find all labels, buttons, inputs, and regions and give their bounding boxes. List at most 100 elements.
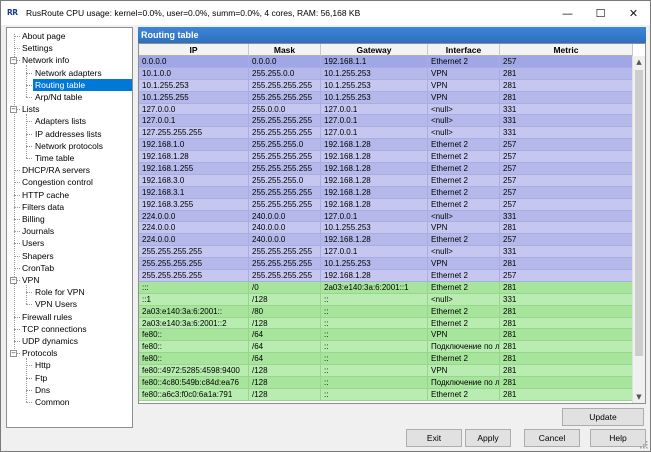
scroll-down-icon[interactable]: ▼	[633, 391, 645, 403]
tree-item-ip-addresses-lists[interactable]: IP addresses lists	[33, 128, 103, 140]
table-row[interactable]: fe80::4c80:549b:c84d:ea76/128:: Подключен…	[139, 377, 633, 389]
table-row[interactable]: ::1/128:: <null> 331	[139, 293, 633, 306]
tree-item-journals[interactable]: Journals	[20, 225, 56, 237]
tree-item-dns[interactable]: Dns	[33, 384, 52, 396]
tree-item-network-info[interactable]: Network info	[20, 54, 71, 66]
close-button[interactable]: ✕	[617, 1, 650, 25]
table-row[interactable]: 255.255.255.255 255.255.255.255 10.1.255.2…	[139, 258, 633, 271]
collapse-toggle-icon[interactable]: −	[10, 349, 17, 357]
tree-item-http[interactable]: Http	[33, 359, 53, 371]
minimize-button[interactable]: —	[551, 1, 584, 25]
scroll-thumb[interactable]	[635, 70, 643, 356]
scroll-up-icon[interactable]: ▲	[633, 56, 645, 68]
table-cell: 257	[500, 234, 633, 247]
table-cell: 255.255.255.255	[249, 198, 321, 211]
table-row[interactable]: 224.0.0.0 240.0.0.0 127.0.0.1 <null> 331	[139, 210, 633, 223]
collapse-toggle-icon[interactable]: −	[10, 56, 17, 64]
update-button[interactable]: Update	[562, 408, 644, 426]
tree-line	[26, 292, 32, 294]
table-cell: 192.168.1.28	[321, 234, 428, 247]
exit-button[interactable]: Exit	[406, 429, 462, 447]
table-cell: 192.168.1.28	[139, 151, 249, 164]
tree-item-firewall-rules[interactable]: Firewall rules	[20, 311, 74, 323]
navigation-tree[interactable]: About page Settings − Network info Network a…	[6, 27, 133, 428]
table-row[interactable]: :::/0 2a03:e140:3a:6:2001::1 Ethernet 2 281	[139, 281, 633, 294]
tree-item-billing[interactable]: Billing	[20, 213, 47, 225]
tree-item-users[interactable]: Users	[20, 237, 46, 249]
table-cell: Ethernet 2	[428, 186, 500, 199]
table-header: IP Mask Gateway Interface Metric	[139, 44, 633, 56]
help-button[interactable]: Help	[590, 429, 646, 447]
table-row[interactable]: fe80::4972:5285:4598:9400/128:: VPN 281	[139, 365, 633, 378]
column-header[interactable]: Metric	[500, 44, 633, 56]
table-row[interactable]: 192.168.1.0 255.255.255.0 192.168.1.28 Ethe…	[139, 139, 633, 152]
tree-item-http-cache[interactable]: HTTP cache	[20, 189, 71, 201]
tree-item-vpn[interactable]: VPN	[20, 274, 41, 286]
table-row[interactable]: 0.0.0.0 0.0.0.0 192.168.1.1 Ethernet 2 257	[139, 56, 633, 68]
table-row[interactable]: 2a03:e140:3a:6:2001::2/128:: Ethernet 2 28…	[139, 317, 633, 330]
table-row[interactable]: fe80::/64:: Подключение по л 281	[139, 341, 633, 354]
column-header[interactable]: Mask	[249, 44, 321, 56]
table-row[interactable]: 255.255.255.255 255.255.255.255 127.0.0.1 <…	[139, 246, 633, 259]
table-row[interactable]: 192.168.1.28 255.255.255.255 192.168.1.28 E…	[139, 151, 633, 164]
tree-item-protocols[interactable]: Protocols	[20, 347, 59, 359]
vertical-scrollbar[interactable]: ▲ ▼	[632, 56, 645, 403]
table-row[interactable]: 10.1.255.253 255.255.255.255 10.1.255.253 V…	[139, 79, 633, 92]
tree-item-network-adapters[interactable]: Network adapters	[33, 67, 104, 79]
tree-item-filters-data[interactable]: Filters data	[20, 201, 66, 213]
tree-item-tcp-connections[interactable]: TCP connections	[20, 323, 89, 335]
tree-item-routing-table[interactable]: Routing table	[33, 78, 132, 91]
collapse-toggle-icon[interactable]: −	[10, 105, 17, 113]
table-cell: ::	[321, 293, 428, 306]
table-row[interactable]: 255.255.255.255 255.255.255.255 192.168.1.…	[139, 270, 633, 282]
table-row[interactable]: 10.1.0.0 255.255.0.0 10.1.255.253 VPN 281	[139, 67, 633, 80]
table-row[interactable]: fe80::/64:: Ethernet 2 281	[139, 353, 633, 366]
tree-item-dhcp-ra-servers[interactable]: DHCP/RA servers	[20, 164, 92, 176]
table-cell: 281	[500, 91, 633, 104]
table-row[interactable]: 224.0.0.0 240.0.0.0 10.1.255.253 VPN 281	[139, 222, 633, 235]
tree-item-congestion-control[interactable]: Congestion control	[20, 176, 95, 188]
maximize-button[interactable]: ☐	[584, 1, 617, 25]
table-row[interactable]: 192.168.3.1 255.255.255.255 192.168.1.28 Et…	[139, 186, 633, 199]
column-header[interactable]: Interface	[428, 44, 500, 56]
table-row[interactable]: 127.0.0.0 255.0.0.0 127.0.0.1 <null> 331	[139, 103, 633, 116]
tree-item-arp-nd-table[interactable]: Arp/Nd table	[33, 91, 84, 103]
table-cell: 255.255.255.255	[249, 163, 321, 175]
cancel-button[interactable]: Cancel	[524, 429, 580, 447]
collapse-toggle-icon[interactable]: −	[10, 276, 17, 284]
routing-table-grid[interactable]: IP Mask Gateway Interface Metric 0.0.0.0 0.0.…	[138, 43, 646, 404]
tree-item-settings[interactable]: Settings	[20, 42, 55, 54]
tree-item-shapers[interactable]: Shapers	[20, 250, 56, 262]
column-header[interactable]: IP	[139, 44, 249, 56]
tree-item-vpn-users[interactable]: VPN Users	[33, 298, 79, 310]
tree-line	[26, 65, 27, 97]
tree-item-role-for-vpn[interactable]: Role for VPN	[33, 286, 87, 298]
tree-item-udp-dynamics[interactable]: UDP dynamics	[20, 335, 80, 347]
table-body: 0.0.0.0 0.0.0.0 192.168.1.1 Ethernet 2 257 10…	[139, 56, 633, 401]
table-row[interactable]: 2a03:e140:3a:6:2001::/80:: Ethernet 2 281	[139, 305, 633, 318]
column-header[interactable]: Gateway	[321, 44, 428, 56]
table-cell: VPN	[428, 258, 500, 271]
tree-item-crontab[interactable]: CronTab	[20, 262, 56, 274]
table-row[interactable]: 192.168.3.255 255.255.255.255 192.168.1.28…	[139, 198, 633, 211]
tree-item-adapters-lists[interactable]: Adapters lists	[33, 115, 88, 127]
table-row[interactable]: 224.0.0.0 240.0.0.0 192.168.1.28 Ethernet 2…	[139, 234, 633, 247]
tree-item-network-protocols[interactable]: Network protocols	[33, 140, 105, 152]
tree-line	[26, 402, 32, 403]
table-row[interactable]: fe80::/64:: VPN 281	[139, 329, 633, 342]
tree-item-about-page[interactable]: About page	[20, 30, 67, 42]
table-row[interactable]: 10.1.255.255 255.255.255.255 10.1.255.253 V…	[139, 91, 633, 104]
table-row[interactable]: 127.0.0.1 255.255.255.255 127.0.0.1 <null> 3…	[139, 115, 633, 128]
table-row[interactable]: 192.168.3.0 255.255.255.0 192.168.1.28 Ethe…	[139, 174, 633, 187]
table-row[interactable]: 192.168.1.255 255.255.255.255 192.168.1.28…	[139, 163, 633, 175]
table-cell: /128	[249, 293, 321, 306]
table-row[interactable]: 127.255.255.255 255.255.255.255 127.0.0.1 <…	[139, 127, 633, 140]
apply-button[interactable]: Apply	[465, 429, 511, 447]
tree-item-common[interactable]: Common	[33, 396, 71, 408]
tree-item-lists[interactable]: Lists	[20, 103, 41, 115]
tree-item-time-table[interactable]: Time table	[33, 152, 76, 164]
tree-line	[26, 389, 32, 391]
table-row[interactable]: fe80::a6c3:f0c0:6a1a:791/128:: Ethernet 2…	[139, 388, 633, 401]
resize-grip-icon[interactable]	[640, 441, 648, 449]
tree-item-ftp[interactable]: Ftp	[33, 372, 49, 384]
